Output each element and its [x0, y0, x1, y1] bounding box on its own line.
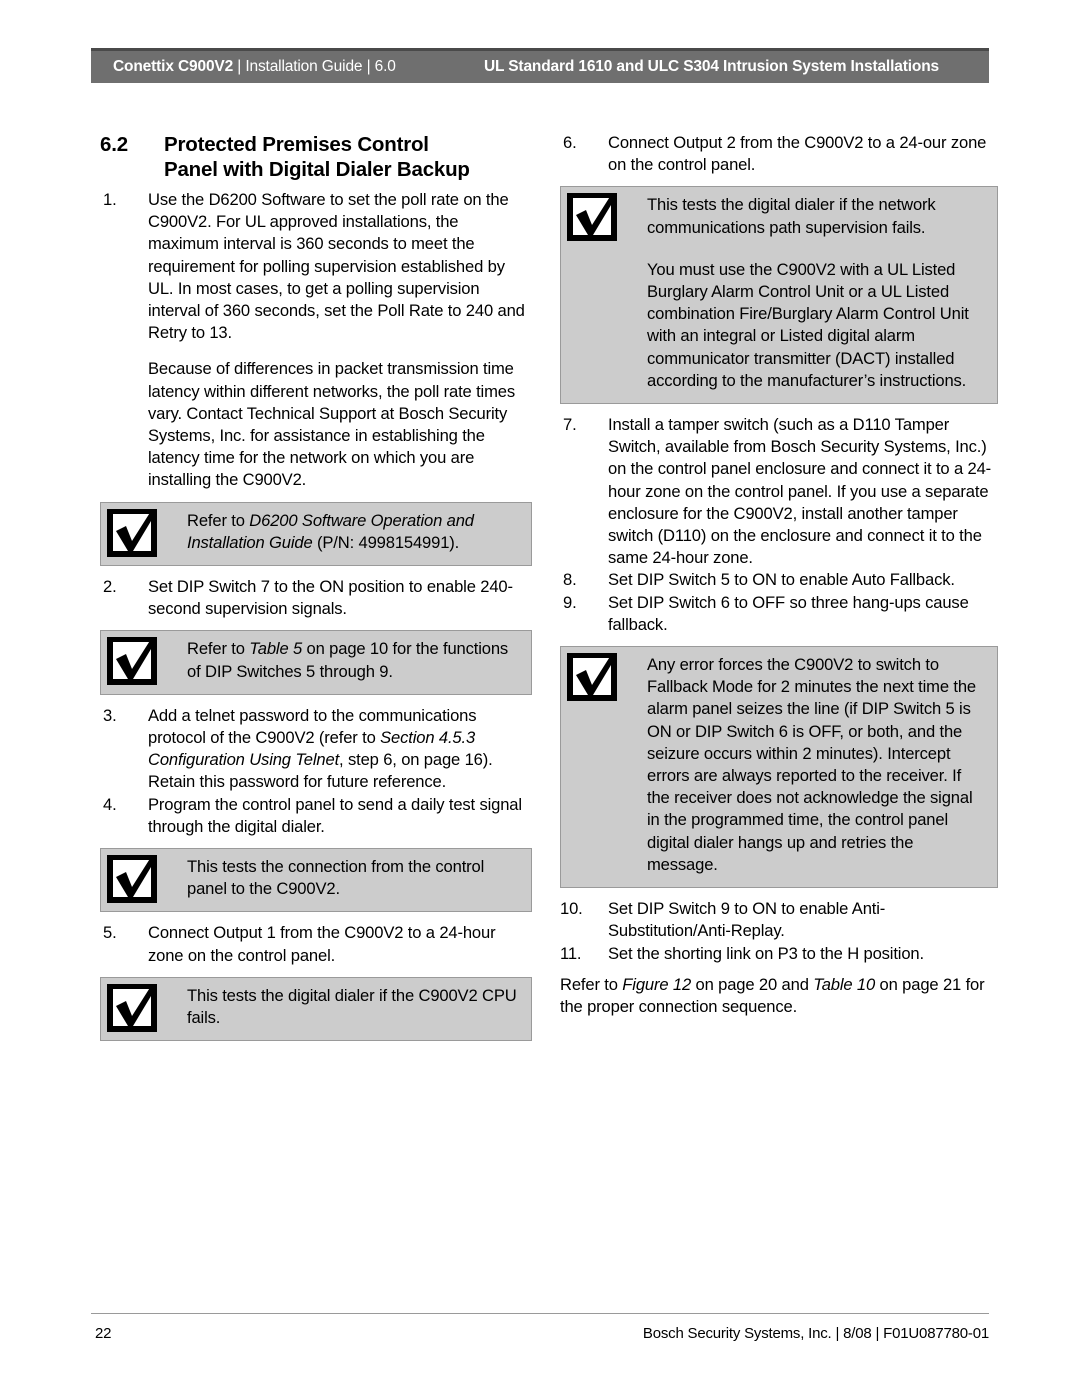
step-number: 2. [103, 577, 117, 597]
document-page: Conettix C900V2 | Installation Guide | 6… [0, 0, 1080, 1397]
list-item: 8. Set DIP Switch 5 to ON to enable Auto… [560, 569, 998, 591]
header-right-title: UL Standard 1610 and ULC S304 Intrusion … [484, 58, 939, 75]
right-column: 6. Connect Output 2 from the C900V2 to a… [560, 132, 998, 1018]
checkmark-box-icon [106, 854, 158, 904]
step-text: Set DIP Switch 5 to ON to enable Auto Fa… [608, 570, 955, 590]
header-doc-type: Installation Guide [245, 58, 363, 75]
step-text: Connect Output 2 from the C900V2 to a 24… [608, 133, 987, 175]
checkmark-box-icon [106, 636, 158, 686]
running-header: Conettix C900V2 | Installation Guide | 6… [91, 48, 989, 83]
checkmark-box-icon [566, 652, 618, 702]
note-box: Refer to Table 5 on page 10 for the func… [100, 630, 532, 695]
step-1-paragraph-2: Because of differences in packet transmi… [148, 359, 515, 490]
footer-divider [91, 1313, 989, 1314]
step-text: Set DIP Switch 6 to OFF so three hang-up… [608, 592, 969, 634]
list-item: 11. Set the shorting link on P3 to the H… [560, 943, 998, 965]
footer-info: Bosch Security Systems, Inc. | 8/08 | F0… [642, 1325, 989, 1342]
note-text: Any error forces the C900V2 to switch to… [647, 655, 976, 874]
step-number: 1. [103, 190, 117, 209]
closing-italic-1: Figure 12 [622, 974, 692, 994]
note-box: Any error forces the C900V2 to switch to… [560, 646, 998, 889]
list-item: 3. Add a telnet password to the communic… [100, 705, 532, 794]
step-number: 6. [563, 133, 577, 152]
closing-pre: Refer to [560, 974, 623, 994]
note-text: This tests the digital dialer if the C90… [187, 985, 517, 1028]
step-number: 11. [560, 943, 582, 963]
step-text: Install a tamper switch (such as a D110 … [608, 415, 992, 568]
page-footer: 22 Bosch Security Systems, Inc. | 8/08 |… [91, 1325, 989, 1351]
step-text: Add a telnet password to the communicati… [148, 705, 532, 794]
section-title-line-1: Protected Premises Control [164, 133, 429, 156]
header-separator-2: | [366, 58, 371, 75]
list-item: 9. Set DIP Switch 6 to OFF so three hang… [560, 592, 998, 636]
note-text: This tests the connection from the contr… [187, 857, 485, 899]
step-number: 3. [103, 705, 117, 725]
left-column: 6.2 Protected Premises Control Panel wit… [100, 132, 532, 1051]
step-number: 9. [563, 592, 577, 612]
header-left-text: Conettix C900V2 | Installation Guide | 6… [91, 58, 396, 76]
step-number: 7. [563, 415, 577, 435]
note-text-pre: Refer to [187, 510, 250, 530]
page-number: 22 [95, 1325, 112, 1342]
step-text: Set DIP Switch 9 to ON to enable Anti-Su… [608, 899, 886, 941]
note-text-secondary: You must use the C900V2 with a UL Listed… [647, 259, 969, 390]
list-item: 1. Use the D6200 Software to set the pol… [100, 189, 532, 344]
step-text: Program the control panel to send a dail… [148, 794, 522, 836]
section-title-line-2: Panel with Digital Dialer Backup [164, 158, 470, 181]
step-number: 8. [563, 570, 577, 590]
note-box: This tests the connection from the contr… [100, 848, 532, 913]
step-text: Set DIP Switch 7 to the ON position to e… [148, 577, 513, 619]
step-text: Use the D6200 Software to set the poll r… [148, 190, 525, 343]
closing-paragraph: Refer to Figure 12 on page 20 and Table … [560, 974, 998, 1018]
header-version: 6.0 [374, 58, 396, 75]
header-separator-1: | [237, 58, 242, 75]
step-number: 5. [103, 923, 117, 943]
closing-mid: on page 20 and [691, 974, 814, 994]
checkmark-box-icon [106, 508, 158, 558]
note-text-italic: Table 5 [249, 639, 303, 659]
header-product: Conettix C900V2 [113, 58, 234, 75]
list-item: 10. Set DIP Switch 9 to ON to enable Ant… [560, 898, 998, 942]
step-number: 10. [560, 899, 583, 919]
list-item: 5. Connect Output 1 from the C900V2 to a… [100, 922, 532, 966]
section-title: Protected Premises Control Panel with Di… [164, 132, 532, 182]
note-text: Refer to D6200 Software Operation and In… [187, 510, 521, 554]
closing-italic-2: Table 10 [813, 974, 876, 994]
list-item: 7. Install a tamper switch (such as a D1… [560, 414, 998, 569]
section-number: 6.2 [100, 133, 128, 156]
note-box: This tests the digital dialer if the net… [560, 186, 998, 405]
note-text-pre: Refer to [187, 639, 250, 659]
list-item: 4. Program the control panel to send a d… [100, 794, 532, 838]
note-box: Refer to D6200 Software Operation and In… [100, 501, 532, 567]
note-box: This tests the digital dialer if the C90… [100, 976, 532, 1042]
checkmark-box-icon [566, 192, 618, 242]
step-text: Set the shorting link on P3 to the H pos… [608, 943, 924, 963]
note-text-post: (P/N: 4998154991). [312, 532, 460, 552]
note-text: This tests the digital dialer if the net… [647, 195, 936, 237]
note-text: Refer to Table 5 on page 10 for the func… [187, 638, 521, 682]
list-item: 2. Set DIP Switch 7 to the ON position t… [100, 576, 532, 620]
step-text: Connect Output 1 from the C900V2 to a 24… [148, 923, 496, 965]
section-heading: 6.2 Protected Premises Control Panel wit… [100, 132, 532, 182]
checkmark-box-icon [106, 983, 158, 1033]
step-number: 4. [103, 794, 117, 814]
list-item: 6. Connect Output 2 from the C900V2 to a… [560, 132, 998, 176]
